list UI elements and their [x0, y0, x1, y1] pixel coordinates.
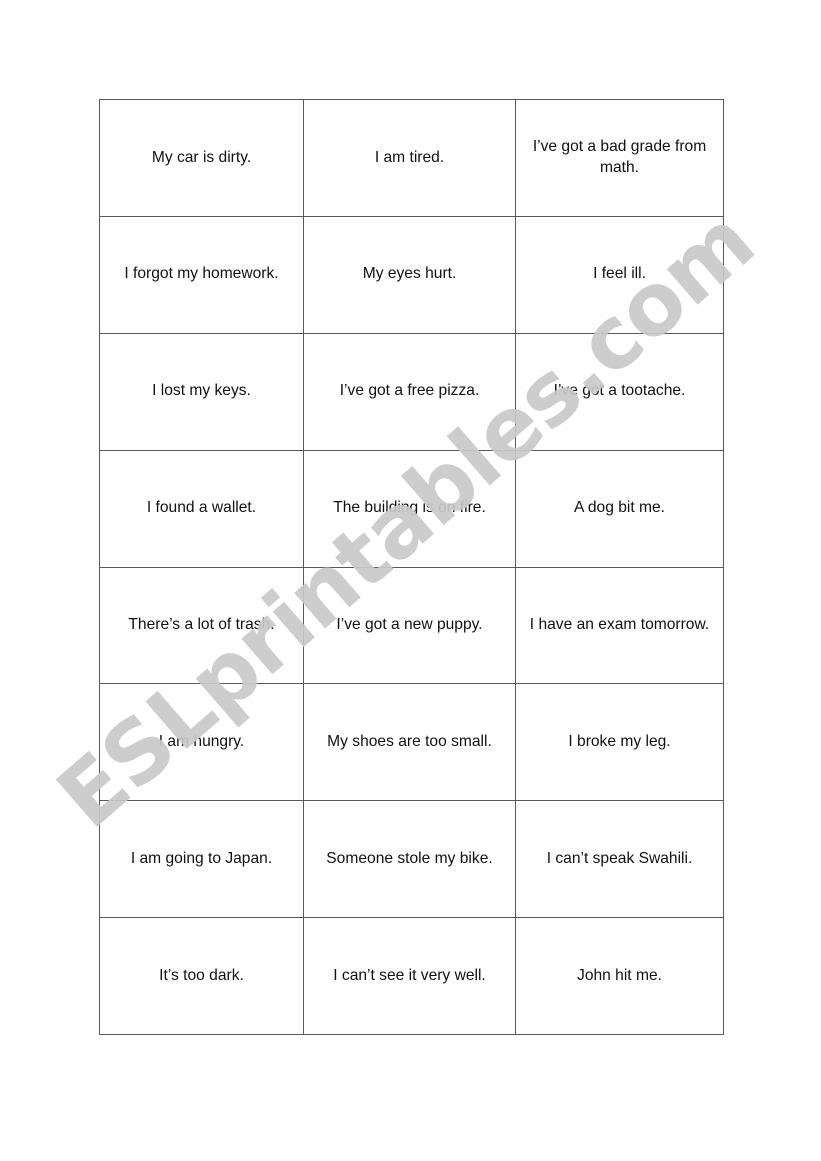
card-cell[interactable]: Someone stole my bike. [303, 800, 516, 919]
card-text: My shoes are too small. [327, 733, 492, 751]
card-cell[interactable]: I have an exam tomorrow. [515, 566, 724, 685]
card-cell[interactable]: I’ve got a tootache. [515, 332, 724, 451]
card-text: A dog bit me. [573, 499, 666, 517]
card-text: My eyes hurt. [362, 265, 457, 283]
card-text: I have an exam tomorrow. [529, 616, 710, 634]
card-text: I am going to Japan. [130, 849, 273, 867]
card-text: I am tired. [374, 148, 445, 166]
card-text: Someone stole my bike. [326, 849, 493, 867]
card-cell[interactable]: I can’t see it very well. [303, 917, 516, 1036]
card-text: It’s too dark. [159, 966, 244, 984]
card-cell[interactable]: There’s a lot of trash. [99, 566, 304, 685]
card-text: I can’t speak Swahili. [546, 849, 693, 867]
table-row: I found a wallet. The building is on fir… [99, 449, 724, 568]
card-cell[interactable]: The building is on fire. [303, 449, 516, 568]
card-text: I found a wallet. [146, 499, 257, 517]
card-text: I’ve got a free pizza. [339, 382, 480, 400]
card-cell[interactable]: I broke my leg. [515, 683, 724, 802]
card-text: I broke my leg. [568, 733, 671, 751]
table-row: My car is dirty. I am tired. I’ve got a … [99, 99, 724, 217]
card-cell[interactable]: John hit me. [515, 917, 724, 1036]
card-cell[interactable]: I am going to Japan. [99, 800, 304, 919]
card-cell[interactable]: I’ve got a bad grade from math. [515, 99, 724, 217]
card-cell[interactable]: A dog bit me. [515, 449, 724, 568]
table-row: I am going to Japan. Someone stole my bi… [99, 800, 724, 919]
card-text: I forgot my homework. [124, 265, 279, 283]
sentence-card-table: My car is dirty. I am tired. I’ve got a … [99, 99, 724, 1036]
card-text: I feel ill. [593, 265, 646, 283]
worksheet-page: ESLprintables.com My car is dirty. I am … [0, 0, 821, 1161]
card-cell[interactable]: I forgot my homework. [99, 215, 304, 334]
card-cell[interactable]: My car is dirty. [99, 99, 304, 217]
table-row: There’s a lot of trash. I’ve got a new p… [99, 566, 724, 685]
card-cell[interactable]: I feel ill. [515, 215, 724, 334]
card-cell[interactable]: I’ve got a free pizza. [303, 332, 516, 451]
card-text: I’ve got a new puppy. [336, 616, 483, 634]
card-cell[interactable]: I am hungry. [99, 683, 304, 802]
card-cell[interactable]: It’s too dark. [99, 917, 304, 1036]
table-row: It’s too dark. I can’t see it very well.… [99, 917, 724, 1036]
card-text: John hit me. [577, 966, 662, 984]
card-cell[interactable]: I am tired. [303, 99, 516, 217]
card-text: I can’t see it very well. [333, 966, 486, 984]
card-text: There’s a lot of trash. [128, 616, 275, 634]
card-cell[interactable]: I can’t speak Swahili. [515, 800, 724, 919]
card-cell[interactable]: My eyes hurt. [303, 215, 516, 334]
card-text: My car is dirty. [151, 148, 252, 166]
card-cell[interactable]: I found a wallet. [99, 449, 304, 568]
card-text: I’ve got a bad grade from math. [532, 138, 707, 176]
card-cell[interactable]: I’ve got a new puppy. [303, 566, 516, 685]
card-text: The building is on fire. [333, 499, 486, 517]
card-cell[interactable]: My shoes are too small. [303, 683, 516, 802]
table-row: I lost my keys. I’ve got a free pizza. I… [99, 332, 724, 451]
table-row: I forgot my homework. My eyes hurt. I fe… [99, 215, 724, 334]
card-text: I’ve got a tootache. [553, 382, 686, 400]
table-row: I am hungry. My shoes are too small. I b… [99, 683, 724, 802]
card-text: I am hungry. [158, 733, 245, 751]
card-text: I lost my keys. [152, 382, 251, 400]
card-cell[interactable]: I lost my keys. [99, 332, 304, 451]
